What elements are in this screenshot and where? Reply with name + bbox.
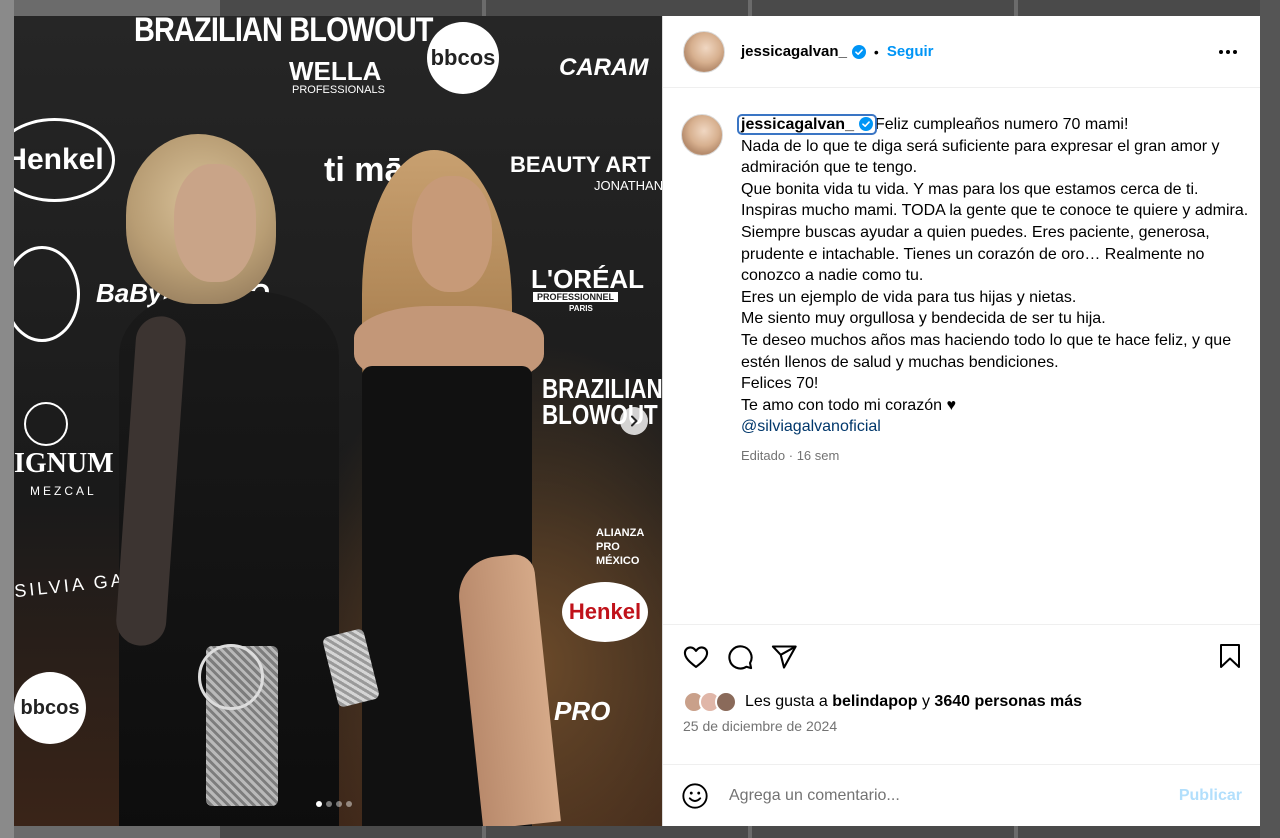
photo-logo-wella-sub: PROFESSIONALS: [292, 84, 385, 96]
comment-input[interactable]: [727, 785, 1169, 806]
background-left-strip: [0, 0, 14, 838]
photo-logo-ignum: IGNUM: [14, 448, 114, 479]
photo-logo-mezcal: MEZCAL: [30, 484, 97, 498]
bookmark-icon[interactable]: [1218, 643, 1242, 669]
background-top-row: [220, 0, 1280, 16]
more-options-icon[interactable]: [1218, 44, 1238, 60]
likes-others[interactable]: 3640 personas más: [934, 693, 1082, 711]
photo-logo-bbcos: bbcos: [427, 22, 499, 94]
comment-icon: [728, 644, 753, 670]
likes-prefix: Les gusta a: [745, 693, 828, 710]
comment-button[interactable]: [726, 643, 754, 671]
photo-logo-beauty-art: BEAUTY ART: [510, 152, 651, 177]
post-details-panel: jessicagalvan_ • Seguir jessicagalvan_ Fe…: [662, 16, 1260, 826]
emoji-icon[interactable]: [681, 782, 709, 810]
photo-logo-henkel-2: Henkel: [562, 582, 648, 642]
meta-dot: ·: [788, 447, 794, 463]
heart-icon: [683, 645, 709, 668]
photo-logo-loreal: L'ORÉAL: [531, 264, 645, 294]
photo-person-right-face: [412, 176, 492, 292]
mention-link[interactable]: @silviagalvanoficial: [741, 418, 881, 435]
chevron-right-icon: [631, 415, 638, 427]
caption-username-label: jessicagalvan_: [741, 116, 854, 133]
avatar[interactable]: [683, 30, 725, 73]
carousel-dots: [316, 801, 352, 807]
post-media[interactable]: BRAZILIAN BLOWOUT WELLA PROFESSIONALS bb…: [14, 16, 662, 826]
share-icon: [771, 644, 797, 669]
post-comment-button[interactable]: Publicar: [1169, 787, 1242, 805]
edited-label: Editado: [741, 447, 786, 463]
caption-meta: Editado · 16 sem: [741, 448, 1251, 463]
photo-person-left-face: [174, 164, 256, 282]
post-age[interactable]: 16 sem: [797, 448, 840, 463]
like-button[interactable]: [682, 643, 710, 671]
verified-badge-icon: [858, 117, 873, 131]
photo-logo-bbcos-2: bbcos: [14, 672, 86, 744]
photo-logo-pro: PRO: [554, 696, 611, 726]
comments-area: jessicagalvan_ Feliz cumpleaños numero 70…: [663, 88, 1260, 624]
background-bottom-row: [220, 826, 1280, 838]
photo-logo-alianza: ALIANZA PRO MÉXICO: [596, 527, 644, 567]
likes-user[interactable]: belindapop: [832, 693, 917, 711]
caption-body: Feliz cumpleaños numero 70 mami! Nada de…: [741, 116, 1249, 414]
caption-avatar[interactable]: [681, 114, 723, 156]
liker-avatar: [715, 691, 737, 713]
action-bar: [663, 624, 1260, 688]
caption: jessicagalvan_ Feliz cumpleaños numero 70…: [681, 114, 1248, 463]
share-button[interactable]: [770, 643, 798, 671]
liker-avatars: [683, 691, 737, 713]
header-username[interactable]: jessicagalvan_: [741, 43, 847, 60]
header-separator: •: [873, 43, 879, 60]
comment-composer: Publicar: [663, 764, 1260, 826]
photo-logo-caram: CARAM: [559, 54, 649, 81]
post-modal: BRAZILIAN BLOWOUT WELLA PROFESSIONALS bb…: [14, 16, 1260, 826]
carousel-dot: [346, 801, 352, 807]
photo-bag-handle: [198, 644, 264, 710]
carousel-next-button[interactable]: [620, 407, 648, 435]
caption-text: jessicagalvan_ Feliz cumpleaños numero 70…: [737, 114, 1251, 438]
likes-summary[interactable]: Les gusta a belindapop y 3640 personas m…: [663, 688, 1260, 716]
caption-username[interactable]: jessicagalvan_: [737, 114, 877, 135]
photo-logo-loreal-sub: PROFESSIONNEL: [533, 292, 619, 302]
likes-and: y: [921, 693, 930, 710]
carousel-dot: [326, 801, 332, 807]
photo-logo-paris: PARIS: [569, 304, 593, 313]
photo-seal-logo: [24, 402, 68, 446]
post-date[interactable]: 25 de diciembre de 2024: [663, 716, 1260, 750]
carousel-dot: [336, 801, 342, 807]
post-header: jessicagalvan_ • Seguir: [663, 16, 1260, 88]
photo-logo-wella: WELLA: [289, 56, 382, 86]
carousel-dot: [316, 801, 322, 807]
follow-button[interactable]: Seguir: [887, 43, 934, 60]
verified-badge-icon: [851, 44, 866, 59]
photo-logo-brazilian-blowout: BRAZILIAN BLOWOUT: [134, 16, 433, 49]
background-right-strip: [1260, 0, 1280, 838]
photo-logo-jonathan: JONATHAN: [594, 178, 662, 193]
